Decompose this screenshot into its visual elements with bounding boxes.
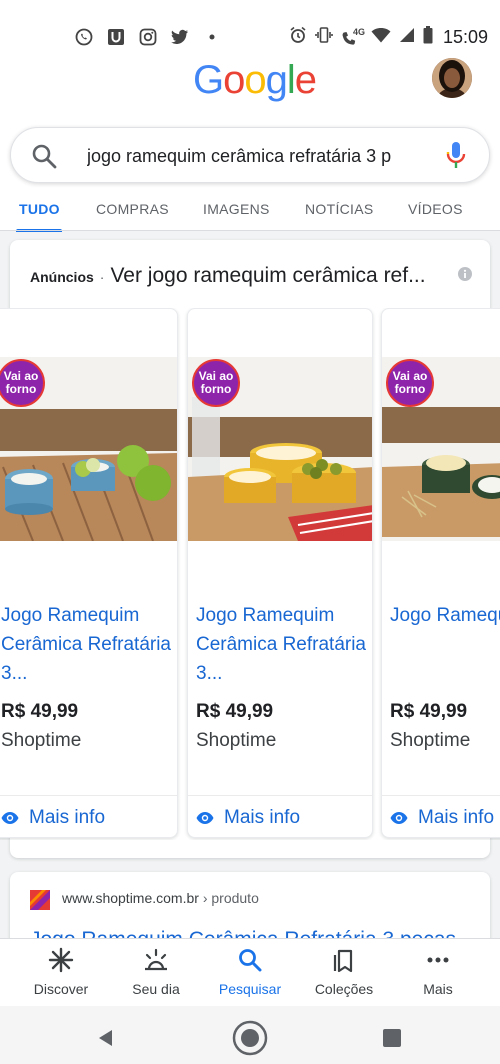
more-info-label: Mais info	[224, 807, 301, 828]
product-title[interactable]: Jogo Ramequim Cerâmica Refratária 3...	[1, 601, 171, 688]
eye-icon	[196, 812, 214, 824]
back-button[interactable]	[88, 1020, 124, 1056]
search-bar[interactable]	[10, 127, 490, 183]
more-info-label: Mais info	[418, 807, 495, 828]
logo-letter: g	[265, 58, 288, 102]
badge-line: forno	[394, 382, 426, 396]
divider	[188, 795, 372, 796]
divider	[0, 795, 177, 796]
product-price: R$ 49,99	[390, 701, 468, 722]
google-logo[interactable]: Google	[193, 58, 317, 103]
oven-safe-badge: Vai ao forno	[192, 359, 240, 407]
more-info-link[interactable]: Mais info	[390, 807, 494, 829]
vibrate-icon	[315, 26, 333, 49]
logo-letter: e	[294, 58, 317, 102]
ads-title: Ver jogo ramequim cerâmica ref...	[110, 264, 426, 287]
recents-button[interactable]	[374, 1020, 410, 1056]
product-title[interactable]: Jogo Ramequim Cerâmica Refratária 3...	[390, 601, 500, 630]
tab-videos[interactable]: VÍDEOS	[408, 201, 463, 217]
home-button[interactable]	[232, 1020, 268, 1056]
product-title[interactable]: Jogo Ramequim Cerâmica Refratária 3...	[196, 601, 366, 688]
search-icon	[239, 949, 262, 972]
more-info-link[interactable]: Mais info	[196, 807, 300, 829]
nav-discover[interactable]: Discover	[11, 947, 111, 997]
signal-icon	[399, 27, 415, 48]
whatsapp-icon	[74, 27, 94, 47]
search-header: Google TUDO COMPRAS IMAGENS NOTÍCIAS VÍD…	[0, 50, 500, 232]
call-4g-icon: 4G	[341, 26, 365, 47]
home-circle-icon	[232, 1020, 268, 1056]
twitter-icon	[170, 27, 190, 47]
product-card[interactable]: Vai ao forno Jogo Ramequim Cerâmica Refr…	[187, 308, 373, 838]
collections-icon	[333, 949, 353, 973]
microphone-icon[interactable]	[445, 141, 467, 171]
nav-pesquisar[interactable]: Pesquisar	[200, 947, 300, 997]
nav-colecoes[interactable]: Coleções	[294, 947, 394, 997]
logo-letter: o	[244, 58, 266, 102]
more-info-label: Mais info	[29, 807, 106, 828]
system-navigation-bar	[0, 1006, 500, 1064]
divider	[382, 795, 500, 796]
search-icon[interactable]	[31, 143, 57, 169]
merchant-name: Shoptime	[390, 730, 471, 751]
tab-imagens[interactable]: IMAGENS	[203, 201, 270, 217]
eye-icon	[390, 812, 408, 824]
nav-label: Pesquisar	[218, 981, 282, 997]
nav-mais[interactable]: Mais	[388, 947, 488, 997]
avatar[interactable]	[432, 58, 472, 98]
badge-line: forno	[200, 382, 232, 396]
product-price: R$ 49,99	[196, 701, 274, 722]
search-input[interactable]	[87, 142, 427, 170]
nav-label: Mais	[423, 981, 453, 997]
notification-icons	[74, 27, 222, 47]
wifi-icon	[371, 27, 391, 48]
tab-tudo[interactable]: TUDO	[19, 201, 60, 217]
result-path: › produto	[198, 890, 259, 906]
more-info-link[interactable]: Mais info	[1, 807, 105, 829]
sunrise-icon	[145, 948, 167, 971]
ads-separator: ·	[99, 269, 105, 285]
info-icon[interactable]	[457, 266, 473, 282]
asterisk-icon	[48, 947, 74, 973]
shoptime-favicon-icon	[30, 890, 50, 910]
recents-square-icon	[383, 1029, 401, 1047]
oven-safe-badge: Vai ao forno	[386, 359, 434, 407]
nav-seu-dia[interactable]: Seu dia	[106, 947, 206, 997]
nav-label: Seu dia	[132, 981, 180, 997]
ads-label: Anúncios	[30, 269, 94, 285]
nav-label: Discover	[33, 981, 89, 997]
dot-icon	[202, 27, 222, 47]
network-type-label: 4G	[352, 26, 365, 37]
alarm-icon	[289, 26, 307, 49]
product-card[interactable]: Vai ao forno Jogo Ramequim Cerâmica Refr…	[0, 308, 178, 838]
logo-letter: o	[223, 58, 245, 102]
header-divider	[0, 230, 500, 231]
search-tabs: TUDO COMPRAS IMAGENS NOTÍCIAS VÍDEOS	[0, 195, 500, 235]
back-triangle-icon	[99, 1030, 112, 1046]
logo-letter: l	[286, 58, 296, 102]
result-url[interactable]: www.shoptime.com.br › produto	[62, 890, 259, 906]
logo-letter: G	[193, 58, 224, 102]
u-app-icon	[106, 27, 126, 47]
eye-icon	[1, 812, 19, 824]
nav-label: Coleções	[314, 981, 374, 997]
system-status-icons: 4G 15:09	[289, 26, 488, 49]
bottom-navigation: Discover Seu dia Pesquisar Coleções Mais	[0, 938, 500, 1006]
tab-compras[interactable]: COMPRAS	[96, 201, 169, 217]
merchant-name: Shoptime	[1, 730, 82, 751]
badge-line: forno	[5, 382, 37, 396]
product-card[interactable]: Vai ao forno Jogo Ramequim Cerâmica Refr…	[381, 308, 500, 838]
instagram-icon	[138, 27, 158, 47]
product-carousel[interactable]: Vai ao forno Jogo Ramequim Cerâmica Refr…	[0, 308, 500, 840]
clock: 15:09	[442, 27, 488, 47]
more-dots-icon	[427, 957, 449, 963]
ads-header[interactable]: Anúncios · Ver jogo ramequim cerâmica re…	[30, 264, 426, 288]
battery-icon	[423, 26, 433, 49]
result-domain: www.shoptime.com.br	[62, 890, 199, 906]
merchant-name: Shoptime	[196, 730, 277, 751]
product-price: R$ 49,99	[1, 701, 79, 722]
tab-noticias[interactable]: NOTÍCIAS	[305, 201, 374, 217]
